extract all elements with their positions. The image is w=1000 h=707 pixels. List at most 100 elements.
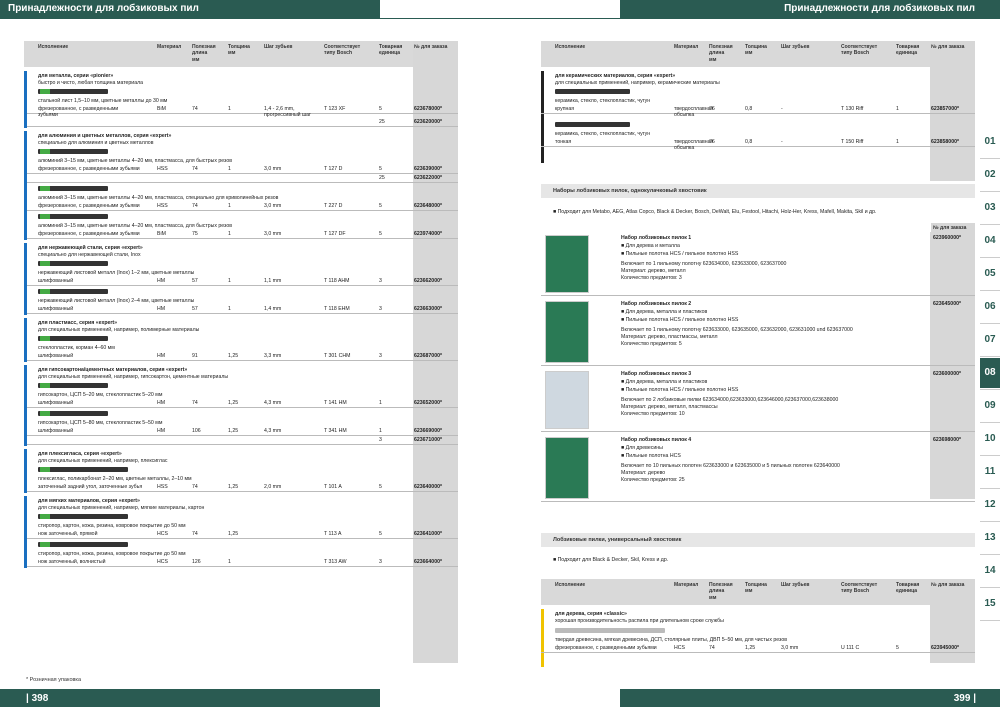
section-description: быстро и чисто, любая толщина материала xyxy=(38,80,143,86)
chapter-tab-09[interactable]: 09 xyxy=(980,391,1000,421)
section-description: для специальных применений, например, ке… xyxy=(555,80,720,86)
table-cell: HM xyxy=(157,353,166,359)
table-cell: 4,3 mm xyxy=(264,400,282,406)
table-cell: 1 xyxy=(228,203,231,209)
tab-separator xyxy=(980,224,1000,225)
chapter-tab-03[interactable]: 03 xyxy=(980,193,1000,223)
tab-separator xyxy=(980,521,1000,522)
table-cell: U 111 C xyxy=(841,645,860,651)
chapter-tab-02[interactable]: 02 xyxy=(980,160,1000,190)
section-description: для специальных применений, например, по… xyxy=(38,327,200,333)
chapter-tab-13[interactable]: 13 xyxy=(980,523,1000,553)
table-cell: 3,0 mm xyxy=(781,645,799,651)
blade-label-icon xyxy=(40,383,50,388)
table-cell: T 301 CHM xyxy=(324,353,351,359)
saw-blade-image xyxy=(38,411,108,416)
application-note: алюминий 3–15 мм, цветные металлы 4–20 м… xyxy=(38,158,233,164)
set-title: Набор лобзиковых пилок 1 xyxy=(621,235,692,241)
section-title: для плексигласа, серия «expert» xyxy=(38,451,122,457)
section-description: специально для нержавеющей стали, Inox xyxy=(38,252,141,258)
column-header: Шаг зубьев xyxy=(781,44,810,50)
set-divider xyxy=(541,365,975,366)
chapter-tab-07[interactable]: 07 xyxy=(980,325,1000,355)
section-accent-bar xyxy=(24,318,27,362)
chapter-tab-15[interactable]: 15 xyxy=(980,589,1000,619)
table-cell: 1 xyxy=(228,231,231,237)
table-cell: HCS xyxy=(157,559,168,565)
section-title: для нержавеющей стали, серия «expert» xyxy=(38,245,143,251)
column-header: Соответствует типу Bosch xyxy=(324,44,361,57)
table-cell: шлифованный xyxy=(38,400,74,406)
table-cell: 3,0 mm xyxy=(264,166,282,172)
blade-label-icon xyxy=(40,214,50,219)
chapter-tab-11[interactable]: 11 xyxy=(980,457,1000,487)
chapter-tab-04[interactable]: 04 xyxy=(980,226,1000,256)
chapter-tab-06[interactable]: 06 xyxy=(980,292,1000,322)
set-title: Набор лобзиковых пилок 4 xyxy=(621,437,692,443)
application-note: алюминий 3–15 мм, цветные металлы 4–20 м… xyxy=(38,223,233,229)
table-cell: 1 xyxy=(228,306,231,312)
table-cell: 74 xyxy=(192,106,198,112)
table-cell: 3,0 mm xyxy=(264,203,282,209)
table-cell: 1,1 mm xyxy=(264,278,282,284)
application-note: керамика, стекло, стеклопластик, чугун xyxy=(555,131,651,137)
order-number: 623640000* xyxy=(414,484,442,490)
table-cell: 4,3 mm xyxy=(264,428,282,434)
saw-blade-image xyxy=(555,89,630,94)
section-description: для специальных применений, например, ги… xyxy=(38,374,229,380)
chapter-tab-01[interactable]: 01 xyxy=(980,127,1000,157)
table-cell: T 101 A xyxy=(324,484,342,490)
footnote: * Розничная упаковка xyxy=(26,677,82,683)
set-detail: Количество предметов: 10 xyxy=(621,411,685,417)
table-cell: 1 xyxy=(379,428,382,434)
table-row xyxy=(541,106,975,114)
right-product-table: Исполнение Материал Полезная длина мм Толщи… xyxy=(541,41,975,667)
chapter-tab-10[interactable]: 10 xyxy=(980,424,1000,454)
blade-label-icon xyxy=(40,336,50,341)
application-note: нержавеющий листовой металл (Inox) 1–2 м… xyxy=(38,270,195,276)
set-divider xyxy=(541,501,975,502)
blade-label-icon xyxy=(40,289,50,294)
table-cell: 1 xyxy=(228,166,231,172)
set-case-image xyxy=(545,437,589,499)
blade-label-icon xyxy=(40,411,50,416)
table-cell: T 130 Riff xyxy=(841,106,864,112)
table-cell: 1,25 xyxy=(745,645,756,651)
order-number: 623639000* xyxy=(414,166,442,172)
table-cell: 106 xyxy=(192,428,201,434)
column-header: Товарная единица xyxy=(896,44,920,57)
chapter-tab-05[interactable]: 05 xyxy=(980,259,1000,289)
saw-blade-image xyxy=(38,89,108,94)
column-header: Материал xyxy=(674,582,699,588)
tab-separator xyxy=(980,620,1000,621)
column-header: Шаг зубьев xyxy=(781,582,810,588)
table-cell: HSS xyxy=(157,484,168,490)
table-cell: шлифованный xyxy=(38,306,74,312)
table-cell: 1,25 xyxy=(228,400,239,406)
column-header: № для заказа xyxy=(414,44,448,50)
table-cell: 1 xyxy=(896,106,899,112)
saw-blade-image xyxy=(38,214,108,219)
table-cell: 57 xyxy=(192,278,198,284)
table-row xyxy=(24,428,458,436)
tab-separator xyxy=(980,356,1000,357)
blade-label-icon xyxy=(40,467,50,472)
order-number: 623671000* xyxy=(414,437,442,443)
table-cell: HM xyxy=(157,400,166,406)
table-cell: 1,25 xyxy=(228,353,239,359)
chapter-tab-12[interactable]: 12 xyxy=(980,490,1000,520)
table-cell: T 341 HM xyxy=(324,428,347,434)
tab-separator xyxy=(980,389,1000,390)
order-header: № для заказа xyxy=(931,223,975,232)
column-header: Толщина мм xyxy=(745,44,767,57)
table-cell: 5 xyxy=(896,645,899,651)
application-note: твердая древесина, мягкая древесина, ДСП… xyxy=(555,637,787,643)
chapter-tab-14[interactable]: 14 xyxy=(980,556,1000,586)
table-cell: BiM xyxy=(157,231,166,237)
sets-compatibility: ■ Подходит для Metabo, AEG, Atlas Copco,… xyxy=(553,209,877,215)
chapter-tab-08[interactable]: 08 xyxy=(980,358,1000,388)
set-bullet: ■ Пильные полотна HCS / пильное полотно … xyxy=(621,251,739,257)
table-cell: 126 xyxy=(192,559,201,565)
table-cell: 3 xyxy=(379,437,382,443)
application-note: керамика, стекло, стеклопластик, чугун xyxy=(555,98,651,104)
